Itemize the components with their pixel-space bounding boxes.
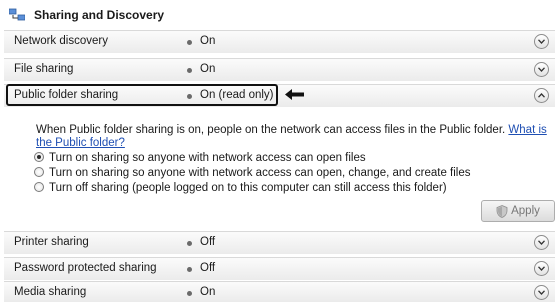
status-bullet <box>187 291 192 296</box>
row-label: Network discovery <box>14 35 108 47</box>
row-label: Printer sharing <box>14 236 89 248</box>
option-label: Turn off sharing (people logged on to th… <box>49 182 447 194</box>
row-printer-sharing[interactable]: Printer sharing Off <box>4 231 555 254</box>
row-network-discovery[interactable]: Network discovery On <box>4 30 555 53</box>
chevron-down-icon[interactable] <box>534 62 549 77</box>
section-header: Sharing and Discovery <box>0 0 555 30</box>
shield-icon <box>496 204 508 218</box>
apply-button[interactable]: Apply <box>481 200 555 222</box>
status-bullet <box>187 68 192 73</box>
row-file-sharing[interactable]: File sharing On <box>4 58 555 81</box>
row-value: Off <box>200 262 216 274</box>
option-open-files[interactable]: Turn on sharing so anyone with network a… <box>34 152 366 164</box>
row-password-protected-sharing[interactable]: Password protected sharing Off <box>4 257 555 280</box>
option-open-change-create[interactable]: Turn on sharing so anyone with network a… <box>34 167 471 179</box>
option-turn-off-sharing[interactable]: Turn off sharing (people logged on to th… <box>34 182 447 194</box>
chevron-down-icon[interactable] <box>534 34 549 49</box>
row-label: Media sharing <box>14 286 87 298</box>
row-value: On <box>200 63 216 75</box>
chevron-down-icon[interactable] <box>534 261 549 276</box>
row-label: File sharing <box>14 63 74 75</box>
row-value: On <box>200 35 216 47</box>
status-bullet <box>187 267 192 272</box>
description-text: When Public folder sharing is on, people… <box>36 124 506 136</box>
row-media-sharing[interactable]: Media sharing On <box>4 281 555 302</box>
row-value: Off <box>200 236 216 248</box>
section-title: Sharing and Discovery <box>34 8 165 22</box>
chevron-up-icon[interactable] <box>534 88 549 103</box>
row-value: On <box>200 286 216 298</box>
row-label: Password protected sharing <box>14 262 157 274</box>
radio-unselected[interactable] <box>34 167 44 177</box>
option-label: Turn on sharing so anyone with network a… <box>49 152 366 164</box>
option-label: Turn on sharing so anyone with network a… <box>49 167 471 179</box>
network-sharing-icon <box>9 8 25 21</box>
callout-box <box>6 84 278 106</box>
status-bullet <box>187 40 192 45</box>
radio-unselected[interactable] <box>34 182 44 192</box>
chevron-down-icon[interactable] <box>534 235 549 250</box>
radio-selected[interactable] <box>34 152 44 162</box>
left-arrow-icon <box>285 89 304 100</box>
public-folder-panel: When Public folder sharing is on, people… <box>4 107 555 231</box>
status-bullet <box>187 241 192 246</box>
chevron-down-icon[interactable] <box>534 285 549 300</box>
panel-description: When Public folder sharing is on, people… <box>36 124 548 150</box>
apply-label: Apply <box>511 205 540 217</box>
